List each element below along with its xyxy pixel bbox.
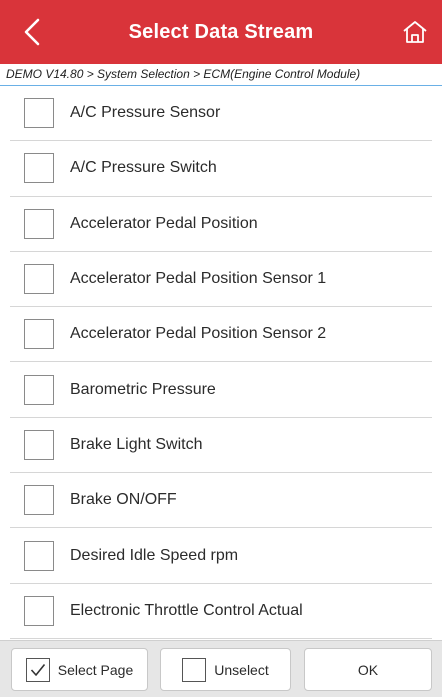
item-checkbox[interactable] — [24, 208, 54, 239]
ok-label: OK — [357, 661, 379, 678]
item-label: Barometric Pressure — [70, 380, 216, 398]
unselect-button[interactable]: Unselect — [160, 648, 291, 691]
list-item[interactable]: Accelerator Pedal Position Sensor 2 — [10, 307, 432, 363]
breadcrumb: DEMO V14.80 > System Selection > ECM(Eng… — [0, 64, 442, 86]
item-checkbox[interactable] — [24, 595, 54, 626]
item-label: Accelerator Pedal Position Sensor 2 — [70, 325, 327, 343]
home-button[interactable] — [400, 17, 430, 47]
list-item[interactable]: Accelerator Pedal Position Sensor 1 — [10, 252, 432, 308]
ok-button[interactable]: OK — [304, 648, 432, 691]
item-checkbox[interactable] — [24, 98, 54, 129]
list-item[interactable]: Accelerator Pedal Position — [10, 197, 432, 252]
item-label: Brake Light Switch — [70, 435, 203, 453]
chevron-left-icon — [24, 18, 40, 46]
item-checkbox[interactable] — [24, 319, 54, 350]
unselect-label: Unselect — [214, 661, 269, 678]
list-item[interactable]: Desired Idle Speed rpm — [10, 528, 432, 584]
checkmark-icon — [30, 663, 45, 676]
item-checkbox[interactable] — [24, 540, 54, 571]
select-page-checkbox — [25, 657, 50, 682]
item-label: Accelerator Pedal Position — [70, 214, 258, 232]
list-item[interactable]: Brake ON/OFF — [10, 473, 432, 529]
item-label: Brake ON/OFF — [70, 491, 177, 509]
item-checkbox[interactable] — [24, 374, 54, 405]
home-icon — [403, 21, 427, 43]
item-checkbox[interactable] — [24, 264, 54, 295]
list-item[interactable]: Brake Light Switch — [10, 418, 432, 474]
header-bar: Select Data Stream — [0, 0, 442, 64]
list-item[interactable]: A/C Pressure Switch — [10, 141, 432, 197]
list-item[interactable]: A/C Pressure Sensor — [10, 86, 432, 142]
select-page-label: Select Page — [57, 661, 134, 678]
item-label: Desired Idle Speed rpm — [70, 546, 239, 564]
item-checkbox[interactable] — [24, 429, 54, 460]
unselect-checkbox — [182, 657, 207, 682]
select-page-button[interactable]: Select Page — [11, 648, 148, 691]
item-checkbox[interactable] — [24, 485, 54, 516]
data-stream-list[interactable]: A/C Pressure Sensor A/C Pressure Switch Ac… — [0, 86, 442, 640]
item-label: A/C Pressure Sensor — [70, 104, 221, 122]
item-label: A/C Pressure Switch — [70, 159, 217, 177]
back-button[interactable] — [18, 16, 46, 48]
footer-toolbar: Select Page Unselect OK — [0, 640, 442, 697]
list-item[interactable]: Barometric Pressure — [10, 362, 432, 418]
list-item[interactable]: Electronic Throttle Control Actual — [10, 584, 432, 639]
item-label: Accelerator Pedal Position Sensor 1 — [70, 270, 327, 288]
item-checkbox[interactable] — [24, 153, 54, 184]
item-label: Electronic Throttle Control Actual — [70, 601, 303, 619]
page-title: Select Data Stream — [128, 20, 314, 43]
